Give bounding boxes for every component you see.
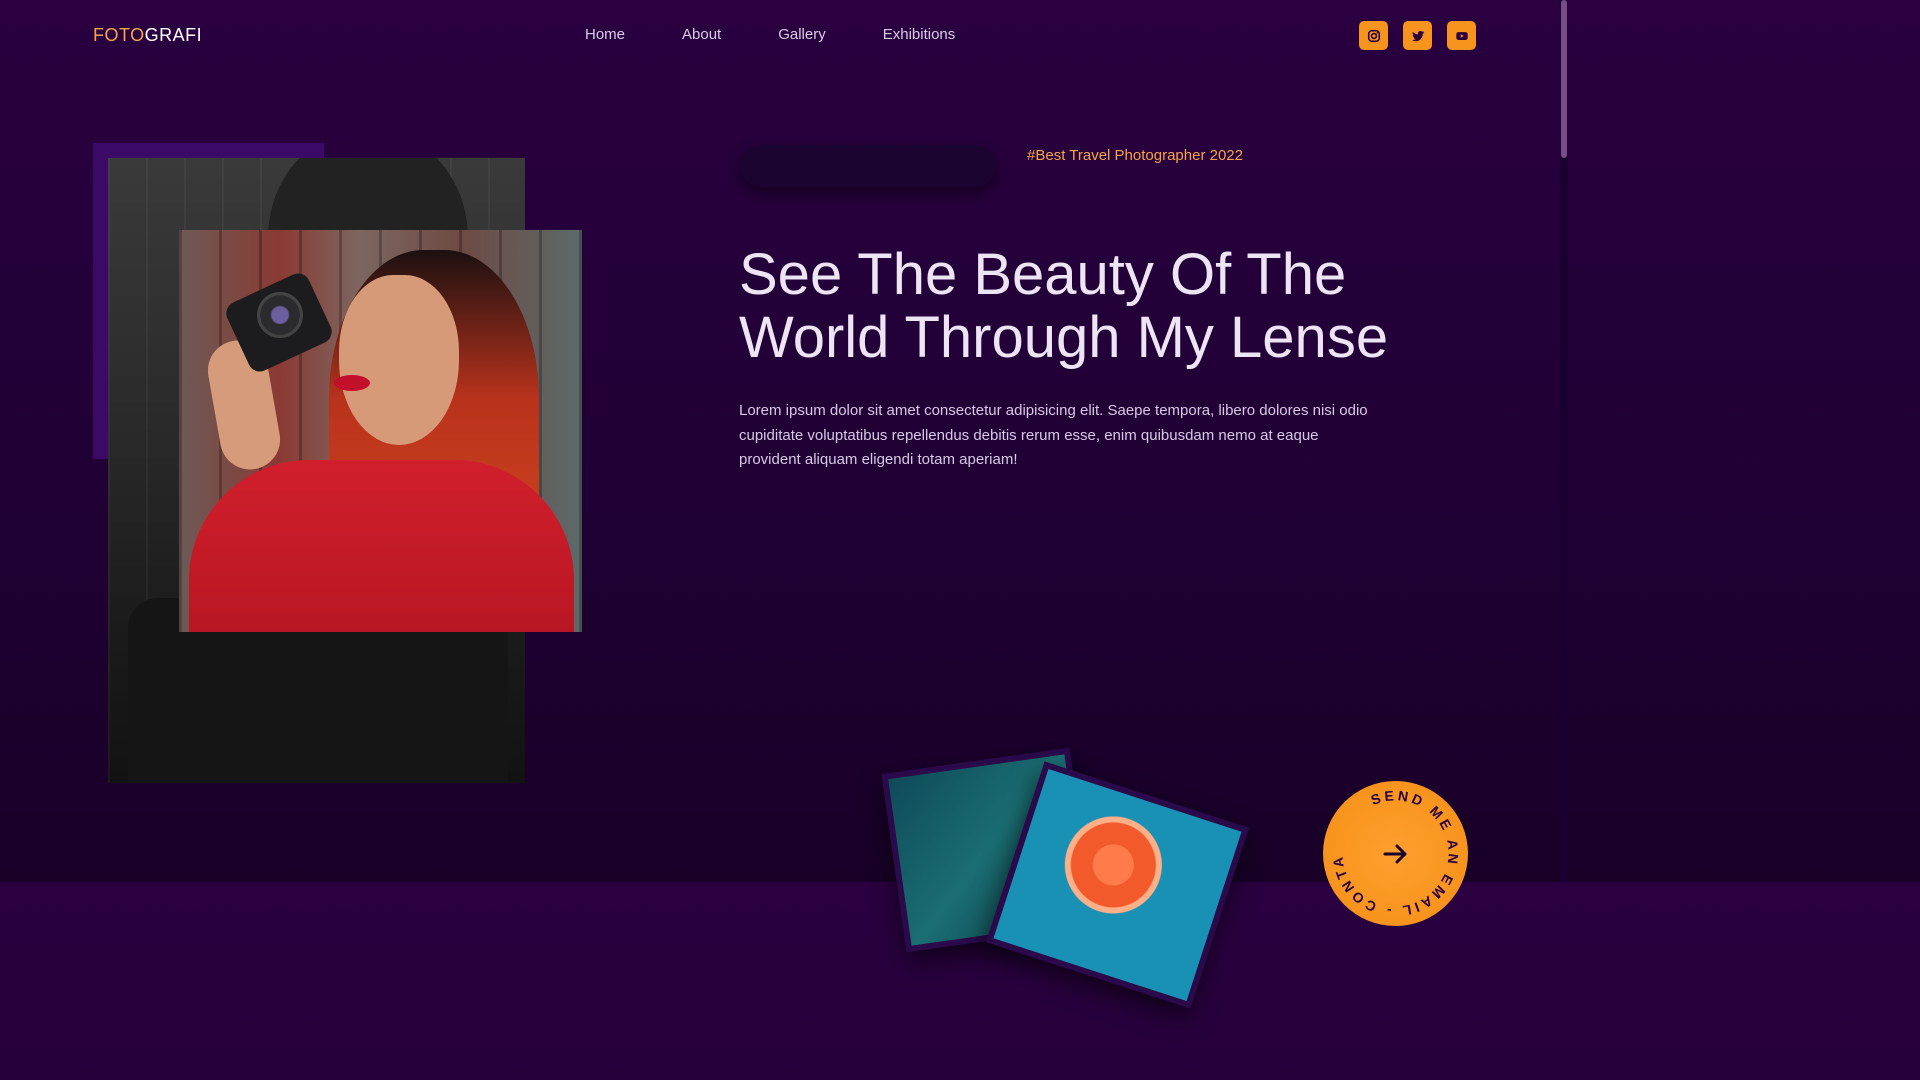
social-links <box>1359 21 1476 50</box>
nav-gallery[interactable]: Gallery <box>778 26 826 43</box>
nav-home[interactable]: Home <box>585 26 625 43</box>
hero-tagline: #Best Travel Photographer 2022 <box>1027 147 1243 164</box>
main-nav: Home About Gallery Exhibitions <box>585 26 1012 43</box>
nav-exhibitions[interactable]: Exhibitions <box>883 26 956 43</box>
youtube-button[interactable] <box>1447 21 1476 50</box>
hero-badge-bar <box>740 145 996 187</box>
scrollbar-thumb[interactable] <box>1561 0 1567 158</box>
hero-title-line2: World Through My Lense <box>739 305 1389 370</box>
nav-about[interactable]: About <box>682 26 721 43</box>
twitter-button[interactable] <box>1403 21 1432 50</box>
logo-part2: GRAFI <box>144 25 203 45</box>
youtube-icon <box>1455 31 1468 40</box>
photographer-color-photo <box>179 230 582 632</box>
arrow-right-icon <box>1383 844 1407 864</box>
instagram-icon <box>1367 29 1380 42</box>
contact-email-button[interactable]: SEND ME AN EMAIL - CONTACT - <box>1323 781 1468 926</box>
logo[interactable]: FOTOGRAFI <box>93 25 202 46</box>
logo-part1: FOTO <box>93 25 145 45</box>
twitter-icon <box>1411 30 1424 41</box>
hero-description: Lorem ipsum dolor sit amet consectetur a… <box>739 402 1368 468</box>
instagram-button[interactable] <box>1359 21 1388 50</box>
hero-title-line1: See The Beauty Of The <box>739 242 1347 307</box>
hero-title: See The Beauty Of The World Through My L… <box>739 243 1519 369</box>
page-scrollbar[interactable] <box>1560 0 1568 882</box>
